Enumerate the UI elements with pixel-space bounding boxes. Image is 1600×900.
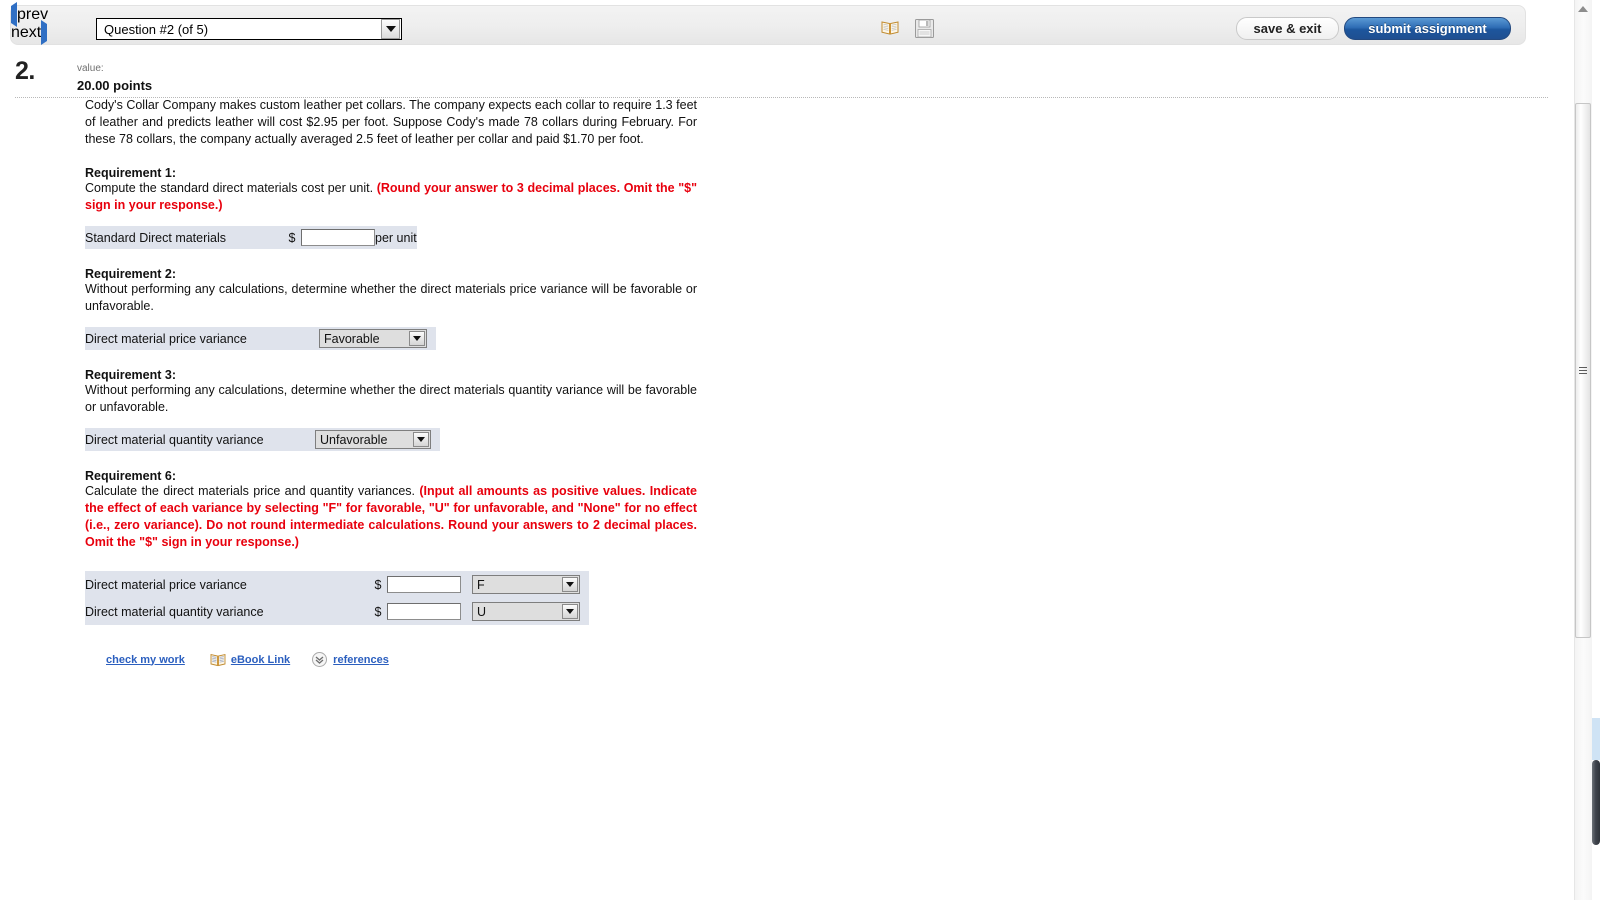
value-label: value: bbox=[77, 63, 104, 74]
submit-assignment-label: submit assignment bbox=[1368, 21, 1487, 36]
requirement-3-answer-table: Direct material quantity variance Unfavo… bbox=[85, 428, 440, 451]
quantity-variance-effect-select[interactable]: U bbox=[472, 602, 580, 621]
unit-label: per unit bbox=[375, 230, 417, 245]
inner-scrollbar-thumb[interactable] bbox=[1575, 103, 1591, 638]
requirement-1-answer-table: Standard Direct materials $ per unit bbox=[85, 226, 417, 249]
input-cell bbox=[387, 598, 472, 625]
price-variance-effect-select[interactable]: F bbox=[472, 575, 580, 594]
scrollbar-grip-icon bbox=[1579, 365, 1587, 376]
row-label: Direct material quantity variance bbox=[85, 604, 264, 619]
question-number: 2. bbox=[15, 57, 35, 85]
chevron-down-icon[interactable] bbox=[562, 604, 578, 619]
right-arrow-icon bbox=[41, 20, 48, 45]
quantity-variance-select[interactable]: Unfavorable bbox=[315, 430, 431, 449]
check-my-work-link[interactable]: check my work bbox=[106, 654, 185, 666]
requirement-6-text-black: Calculate the direct materials price and… bbox=[85, 484, 420, 498]
save-and-exit-button[interactable]: save & exit bbox=[1236, 17, 1339, 40]
requirement-6-text: Calculate the direct materials price and… bbox=[85, 483, 697, 551]
select-cell: Favorable bbox=[319, 327, 436, 350]
book-icon[interactable] bbox=[210, 652, 226, 667]
quantity-variance-amount-input[interactable] bbox=[387, 603, 461, 620]
outer-scrollbar-track[interactable] bbox=[1592, 718, 1600, 760]
input-cell bbox=[387, 571, 472, 598]
book-icon[interactable] bbox=[881, 19, 899, 36]
points-value: 20.00 points bbox=[77, 78, 153, 93]
select-cell: U bbox=[472, 598, 589, 625]
requirement-3-title: Requirement 3: bbox=[85, 368, 176, 382]
requirement-3-block: Requirement 3: Without performing any ca… bbox=[85, 368, 697, 451]
table-row: Standard Direct materials $ per unit bbox=[85, 226, 417, 249]
requirement-6-answer-table: Direct material price variance $ F Direc… bbox=[85, 571, 589, 625]
prev-question-button[interactable]: prev bbox=[11, 2, 63, 27]
currency-symbol: $ bbox=[288, 230, 296, 245]
chevron-down-icon[interactable] bbox=[413, 432, 429, 447]
row-label: Direct material price variance bbox=[85, 577, 247, 592]
requirement-1-block: Requirement 1: Compute the standard dire… bbox=[85, 166, 697, 249]
scroll-up-arrow-icon[interactable] bbox=[1578, 6, 1588, 12]
requirement-6-title: Requirement 6: bbox=[85, 469, 176, 483]
question-select-label: Question #2 (of 5) bbox=[104, 21, 209, 37]
quantity-variance-effect-value: U bbox=[477, 604, 487, 619]
double-chevron-down-icon[interactable] bbox=[312, 652, 328, 667]
requirement-2-title: Requirement 2: bbox=[85, 267, 176, 281]
price-variance-amount-input[interactable] bbox=[387, 576, 461, 593]
next-button-label: next bbox=[11, 24, 42, 41]
standard-direct-materials-input[interactable] bbox=[301, 229, 375, 246]
top-toolbar: prev Question #2 (of 5) next save & exit… bbox=[10, 2, 1526, 45]
floppy-disk-icon[interactable] bbox=[914, 18, 935, 39]
requirement-1-text-black: Compute the standard direct materials co… bbox=[85, 181, 377, 195]
price-variance-select-value: Favorable bbox=[324, 331, 380, 346]
table-row: Direct material quantity variance $ U bbox=[85, 598, 589, 625]
chevron-down-icon[interactable] bbox=[562, 577, 578, 592]
price-variance-effect-value: F bbox=[477, 577, 485, 592]
table-row: Direct material price variance Favorable bbox=[85, 327, 436, 350]
select-cell: Unfavorable bbox=[315, 428, 440, 451]
row-label: Direct material price variance bbox=[85, 331, 247, 346]
requirement-1-text: Compute the standard direct materials co… bbox=[85, 180, 697, 214]
table-row: Direct material price variance $ F bbox=[85, 571, 589, 598]
footer-links: check my work eBook Link references bbox=[106, 652, 389, 667]
select-cell: F bbox=[472, 571, 589, 598]
requirement-1-title: Requirement 1: bbox=[85, 166, 176, 180]
table-row: Direct material quantity variance Unfavo… bbox=[85, 428, 440, 451]
requirement-2-answer-table: Direct material price variance Favorable bbox=[85, 327, 436, 350]
question-select[interactable]: Question #2 (of 5) bbox=[96, 18, 402, 40]
input-cell bbox=[301, 226, 375, 249]
requirement-2-block: Requirement 2: Without performing any ca… bbox=[85, 267, 697, 350]
price-variance-select[interactable]: Favorable bbox=[319, 329, 427, 348]
references-link[interactable]: references bbox=[333, 654, 389, 666]
row-label: Standard Direct materials bbox=[85, 230, 227, 245]
save-and-exit-label: save & exit bbox=[1253, 21, 1322, 36]
requirement-2-text: Without performing any calculations, det… bbox=[85, 282, 697, 313]
currency-symbol: $ bbox=[374, 604, 382, 619]
chevron-down-icon[interactable] bbox=[409, 331, 425, 346]
submit-assignment-button[interactable]: submit assignment bbox=[1344, 17, 1511, 40]
question-content: Cody's Collar Company makes custom leath… bbox=[85, 97, 697, 625]
currency-symbol: $ bbox=[374, 577, 382, 592]
row-label: Direct material quantity variance bbox=[85, 432, 264, 447]
chevron-down-icon[interactable] bbox=[381, 19, 400, 39]
ebook-link[interactable]: eBook Link bbox=[231, 654, 290, 666]
question-prompt: Cody's Collar Company makes custom leath… bbox=[85, 98, 697, 146]
outer-scrollbar-thumb[interactable] bbox=[1592, 760, 1600, 845]
next-question-button[interactable]: next bbox=[11, 20, 56, 45]
requirement-6-block: Requirement 6: Calculate the direct mate… bbox=[85, 469, 697, 625]
quantity-variance-select-value: Unfavorable bbox=[320, 432, 388, 447]
requirement-3-text: Without performing any calculations, det… bbox=[85, 383, 697, 414]
